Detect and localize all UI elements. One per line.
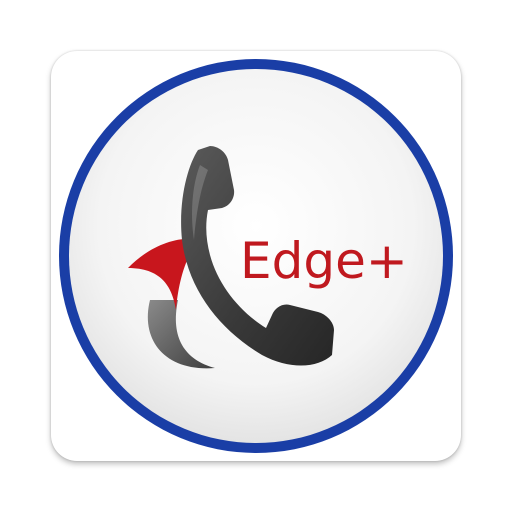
app-icon-canvas: Edge+ — [0, 0, 512, 512]
edge-plus-logo: Edge+ — [59, 59, 453, 453]
logo-wordmark: Edge+ — [240, 232, 408, 290]
